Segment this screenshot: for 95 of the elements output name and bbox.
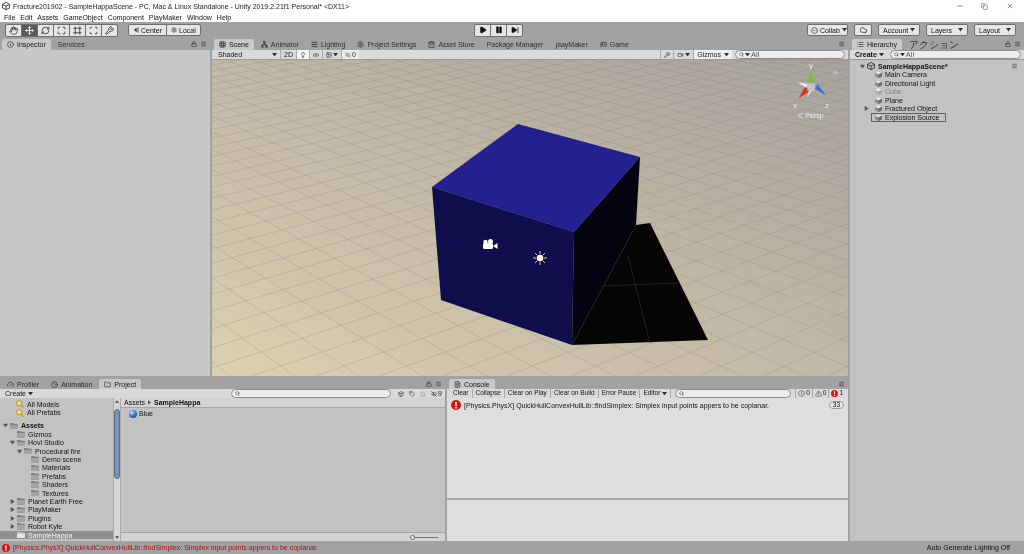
expand-arrow-icon[interactable] <box>3 423 8 429</box>
pivot-icon <box>133 27 139 33</box>
tag-icon[interactable] <box>408 390 415 397</box>
expand-arrow-icon[interactable] <box>10 524 15 530</box>
scene-icon <box>867 62 875 71</box>
caret-icon <box>724 52 729 57</box>
app-logo-icon <box>2 2 10 10</box>
lock-icon[interactable] <box>1005 41 1011 47</box>
gear-icon <box>357 41 365 48</box>
expand-arrow-icon[interactable] <box>10 515 15 521</box>
chevron-icon <box>798 113 804 118</box>
axis-label: z <box>825 102 829 110</box>
error-icon <box>2 543 10 552</box>
error-icon <box>831 390 839 397</box>
pause-icon <box>494 26 503 34</box>
up-arrow-icon[interactable] <box>115 400 119 403</box>
error-icon <box>451 400 461 410</box>
expand-arrow-icon[interactable] <box>10 499 15 504</box>
step-icon <box>510 26 519 34</box>
check-circle-icon <box>811 26 818 34</box>
caret-icon <box>878 52 884 57</box>
picture-icon <box>325 51 332 58</box>
move-arrows-icon <box>25 25 34 35</box>
caret-icon <box>272 52 277 57</box>
bag-icon <box>428 41 436 48</box>
axis-label: y <box>809 62 813 70</box>
box-icon[interactable] <box>397 390 404 397</box>
cube-drawing[interactable] <box>432 124 640 345</box>
scene-toggle-button[interactable] <box>296 50 310 59</box>
list-icon <box>857 41 864 48</box>
slider-thumb[interactable] <box>410 534 415 540</box>
down-arrow-icon[interactable] <box>115 536 119 539</box>
search-icon <box>679 391 685 396</box>
folder-icon <box>104 380 112 388</box>
camera-icon[interactable] <box>483 239 498 249</box>
caret-icon <box>1006 28 1011 32</box>
lock-icon[interactable] <box>191 41 197 47</box>
sun-icon[interactable] <box>532 250 548 266</box>
size-slider[interactable] <box>410 534 438 540</box>
minimize-icon <box>955 2 964 10</box>
document-icon <box>454 380 461 388</box>
hand-icon <box>9 25 18 35</box>
axis-label: x <box>793 102 797 110</box>
eye-slash-icon <box>430 390 437 397</box>
expand-arrow-icon[interactable] <box>860 63 865 69</box>
caret-icon <box>841 28 847 32</box>
search-field[interactable] <box>230 389 391 398</box>
play-icon <box>478 26 487 34</box>
step-button[interactable] <box>506 23 523 37</box>
scan-icon <box>89 25 98 35</box>
frame-icon <box>73 25 82 35</box>
eye-slash-icon <box>344 51 351 58</box>
lock-icon[interactable] <box>426 380 432 387</box>
gamepad-icon <box>599 41 607 48</box>
grid-icon <box>219 41 226 48</box>
expand-arrow-icon[interactable] <box>10 507 15 513</box>
search-icon <box>739 52 744 57</box>
expand-arrow-icon[interactable] <box>17 448 22 454</box>
star-icon[interactable] <box>419 390 426 397</box>
gear-icon <box>171 27 177 33</box>
light-bulb-icon <box>299 51 306 58</box>
tool-button[interactable] <box>101 23 118 37</box>
search-icon <box>234 391 240 396</box>
network-icon <box>260 41 268 48</box>
warning-icon <box>814 390 822 397</box>
cloud-button[interactable] <box>854 24 872 36</box>
wrench-icon <box>105 25 114 35</box>
caret-icon <box>332 52 338 57</box>
info-icon <box>7 41 14 48</box>
caret-icon <box>910 28 915 32</box>
caret-icon <box>28 391 33 396</box>
caret-icon <box>685 52 691 57</box>
expand-arrow-icon[interactable] <box>10 440 15 446</box>
caret-icon <box>745 52 750 57</box>
corners-icon <box>57 25 66 35</box>
speaker-icon <box>312 51 319 58</box>
chevron-icon <box>148 400 151 405</box>
search-field[interactable] <box>675 389 792 398</box>
gauge-icon <box>7 380 14 388</box>
rotate-icon <box>41 25 50 35</box>
video-camera-icon <box>677 51 685 58</box>
search-icon <box>893 52 899 57</box>
info-icon <box>798 390 806 397</box>
wrench-icon <box>664 51 671 58</box>
restore-icon <box>981 2 988 10</box>
caret-icon <box>899 52 905 57</box>
cloud-icon <box>858 26 868 34</box>
close-icon <box>1005 2 1014 10</box>
clock-icon <box>51 380 59 388</box>
sphere-icon <box>129 409 137 418</box>
sliders-icon <box>310 41 318 48</box>
scrollbar-thumb[interactable] <box>114 409 120 479</box>
caret-icon <box>958 28 963 32</box>
expand-arrow-icon[interactable] <box>864 106 869 112</box>
menu-icon[interactable] <box>1011 63 1018 70</box>
